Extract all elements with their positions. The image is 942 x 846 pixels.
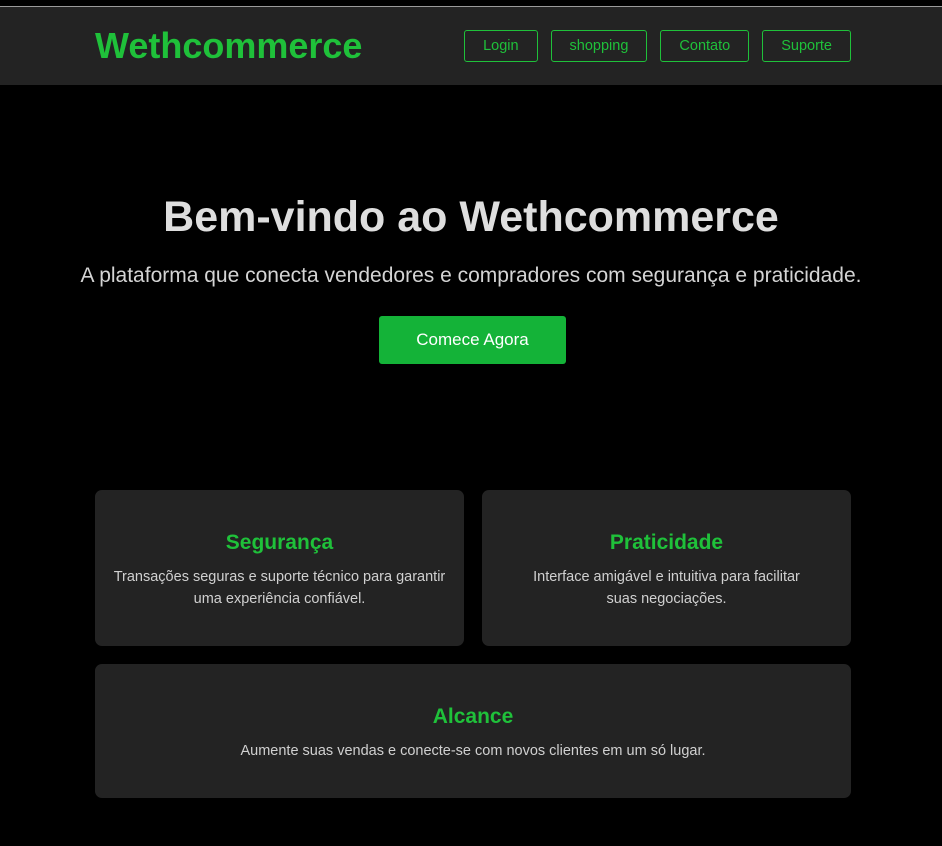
hero-subtitle: A plataforma que conecta vendedores e co… <box>80 264 862 287</box>
brand-logo[interactable]: Wethcommerce <box>95 24 362 68</box>
nav-login-button[interactable]: Login <box>464 30 538 62</box>
feature-description: Transações seguras e suporte técnico par… <box>113 569 446 607</box>
feature-card-praticidade: Praticidade Interface amigável e intuiti… <box>482 490 851 646</box>
site-header: Wethcommerce Login shopping Contato Supo… <box>0 7 942 85</box>
feature-title: Segurança <box>225 531 334 554</box>
feature-card-seguranca: Segurança Transações seguras e suporte t… <box>95 490 464 646</box>
nav-suporte-button[interactable]: Suporte <box>762 30 851 62</box>
nav-contato-button[interactable]: Contato <box>660 30 750 62</box>
feature-title: Alcance <box>432 705 514 728</box>
main-nav: Login shopping Contato Suporte <box>464 30 851 62</box>
feature-description: Interface amigável e intuitiva para faci… <box>533 569 800 607</box>
hero-title: Bem-vindo ao Wethcommerce <box>163 193 779 241</box>
feature-description: Aumente suas vendas e conecte-se com nov… <box>240 743 706 759</box>
feature-card-alcance: Alcance Aumente suas vendas e conecte-se… <box>95 664 851 798</box>
nav-shopping-button[interactable]: shopping <box>550 30 648 62</box>
get-started-button[interactable]: Comece Agora <box>379 316 566 364</box>
feature-title: Praticidade <box>609 531 724 554</box>
